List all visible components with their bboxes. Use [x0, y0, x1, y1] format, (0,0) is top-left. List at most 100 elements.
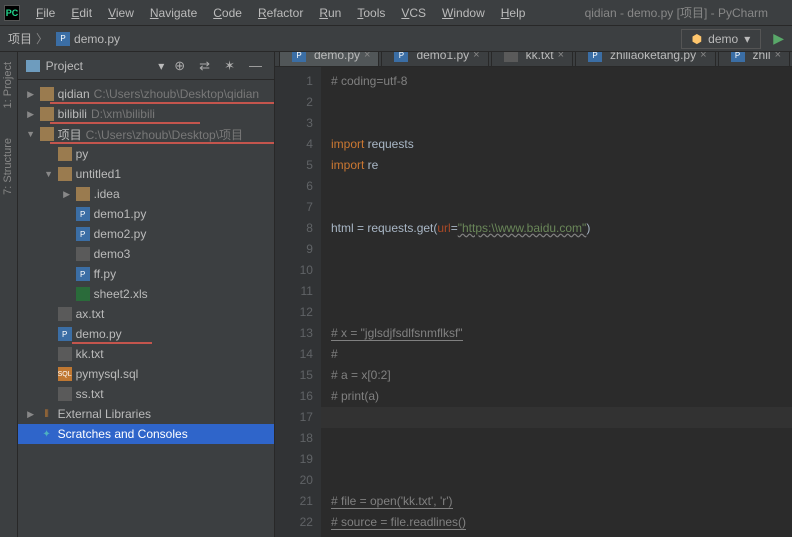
tree-label: kk.txt [76, 347, 104, 361]
sql-icon: SQL [58, 367, 72, 381]
menu-view[interactable]: View [100, 3, 142, 23]
tree-path: C:\Users\zhoub\Desktop\qidian [94, 87, 259, 101]
expand-icon[interactable]: ▶ [26, 409, 36, 420]
project-tool-tab[interactable]: 1: Project [2, 62, 14, 108]
tree-node[interactable]: ▶Pff.py [18, 264, 274, 284]
close-icon[interactable]: × [558, 52, 564, 61]
locate-icon[interactable]: ⊕ [170, 58, 189, 74]
tree-node[interactable]: ▶sheet2.xls [18, 284, 274, 304]
breadcrumb-root[interactable]: 项目 [8, 30, 32, 47]
tree-node[interactable]: ▶Pdemo2.py [18, 224, 274, 244]
gear-icon[interactable]: ✶ [220, 58, 239, 74]
editor-tab[interactable]: Pzhiliaoketang.py × [575, 52, 716, 66]
expand-icon[interactable]: ▶ [26, 109, 36, 120]
close-icon[interactable]: × [473, 52, 479, 61]
txt-icon [504, 52, 518, 62]
tree-label: bilibili [58, 107, 87, 121]
menu-vcs[interactable]: VCS [393, 3, 434, 23]
menu-file[interactable]: File [28, 3, 63, 23]
menu-help[interactable]: Help [493, 3, 534, 23]
menu-navigate[interactable]: Navigate [142, 3, 205, 23]
folder-icon [58, 167, 72, 181]
tree-node[interactable]: ▼ untitled1 [18, 164, 274, 184]
dropdown-icon: ▾ [744, 32, 750, 46]
editor-tab[interactable]: Pzhil × [718, 52, 790, 66]
py-icon: P [731, 52, 745, 62]
nav-bar: 项目 〉 P demo.py ⬢ demo ▾ ▶ [0, 26, 792, 52]
txt-icon [58, 307, 72, 321]
python-file-icon: P [56, 32, 70, 46]
collapse-icon[interactable]: ⇄ [195, 58, 214, 74]
tree-node[interactable]: ▶demo3 [18, 244, 274, 264]
menu-code[interactable]: Code [205, 3, 250, 23]
tree-label: demo3 [94, 247, 131, 261]
tree-label: External Libraries [58, 407, 151, 421]
structure-tool-tab[interactable]: 7: Structure [2, 138, 14, 195]
tree-node[interactable]: ▶SQLpymysql.sql [18, 364, 274, 384]
tab-label: zhil [753, 52, 771, 62]
run-config-selector[interactable]: ⬢ demo ▾ [681, 29, 762, 49]
editor-tab[interactable]: Pdemo1.py× [381, 52, 488, 66]
tree-label: untitled1 [76, 167, 121, 181]
tree-node[interactable]: ▶✦Scratches and Consoles [18, 424, 274, 444]
tree-node[interactable]: ▶ss.txt [18, 384, 274, 404]
py-icon: P [292, 52, 306, 62]
menu-run[interactable]: Run [311, 3, 349, 23]
editor-tab[interactable]: Pdemo.py× [279, 52, 379, 66]
tree-node[interactable]: ▼ 项目C:\Users\zhoub\Desktop\项目 [18, 124, 274, 144]
code-editor[interactable]: 12345678910111213141516171819202122 # co… [275, 67, 792, 537]
tree-node[interactable]: ▶py [18, 144, 274, 164]
tree-node[interactable]: ▶qidianC:\Users\zhoub\Desktop\qidian [18, 84, 274, 104]
menu-refactor[interactable]: Refactor [250, 3, 311, 23]
tree-node[interactable]: ▶ ⫴ External Libraries [18, 404, 274, 424]
lib-icon: ⫴ [40, 407, 54, 421]
tree-label: sheet2.xls [94, 287, 148, 301]
hide-icon[interactable]: — [245, 58, 266, 73]
breadcrumb-sep: 〉 [36, 30, 48, 47]
txt-icon [58, 387, 72, 401]
menu-window[interactable]: Window [434, 3, 493, 23]
run-button[interactable]: ▶ [773, 30, 784, 47]
tree-label: ff.py [94, 267, 116, 281]
left-tool-stripe: 1: Project 7: Structure [0, 52, 18, 537]
expand-icon[interactable]: ▶ [26, 89, 36, 100]
tree-node[interactable]: ▶bilibiliD:\xm\bilibili [18, 104, 274, 124]
tree-label: py [76, 147, 89, 161]
tree-node[interactable]: ▶Pdemo1.py [18, 204, 274, 224]
project-tree[interactable]: ▶qidianC:\Users\zhoub\Desktop\qidian▶bil… [18, 80, 274, 537]
tab-label: zhiliaoketang.py [610, 52, 696, 62]
tree-node[interactable]: ▶Pdemo.py [18, 324, 274, 344]
close-icon[interactable]: × [364, 52, 370, 61]
collapse-icon[interactable]: ▼ [44, 169, 54, 179]
tree-label: demo1.py [94, 207, 147, 221]
tree-node[interactable]: ▶ax.txt [18, 304, 274, 324]
xls-icon [76, 287, 90, 301]
editor-tab[interactable]: kk.txt× [491, 52, 573, 66]
collapse-icon[interactable]: ▼ [26, 129, 36, 139]
tree-label: pymysql.sql [76, 367, 139, 381]
dropdown-icon[interactable]: ▾ [158, 59, 164, 73]
folder-icon [40, 107, 54, 121]
tree-label: 项目 [58, 126, 82, 143]
code-content[interactable]: # coding=utf-8 import requestsimport re … [321, 67, 792, 537]
menu-edit[interactable]: Edit [63, 3, 100, 23]
close-icon[interactable]: × [700, 52, 706, 61]
project-sidebar: Project ▾ ⊕ ⇄ ✶ — ▶qidianC:\Users\zhoub\… [18, 52, 275, 537]
folder-icon [76, 187, 90, 201]
tree-label: Scratches and Consoles [58, 427, 188, 441]
sidebar-title[interactable]: Project [46, 59, 153, 73]
py-icon: P [76, 267, 90, 281]
tree-node[interactable]: ▶.idea [18, 184, 274, 204]
breadcrumb-file[interactable]: demo.py [74, 32, 120, 46]
txt-icon [76, 247, 90, 261]
sidebar-header: Project ▾ ⊕ ⇄ ✶ — [18, 52, 274, 80]
menu-tools[interactable]: Tools [349, 3, 393, 23]
window-title: qidian - demo.py [项目] - PyCharm [585, 4, 788, 21]
py-icon: P [588, 52, 602, 62]
folder-icon [58, 147, 72, 161]
expand-icon[interactable]: ▶ [62, 189, 72, 200]
tree-node[interactable]: ▶kk.txt [18, 344, 274, 364]
editor-area: Pdemo.py×Pdemo1.py×kk.txt×Pzhiliaoketang… [275, 52, 792, 537]
close-icon[interactable]: × [775, 52, 781, 61]
tree-path: C:\Users\zhoub\Desktop\项目 [86, 126, 243, 143]
